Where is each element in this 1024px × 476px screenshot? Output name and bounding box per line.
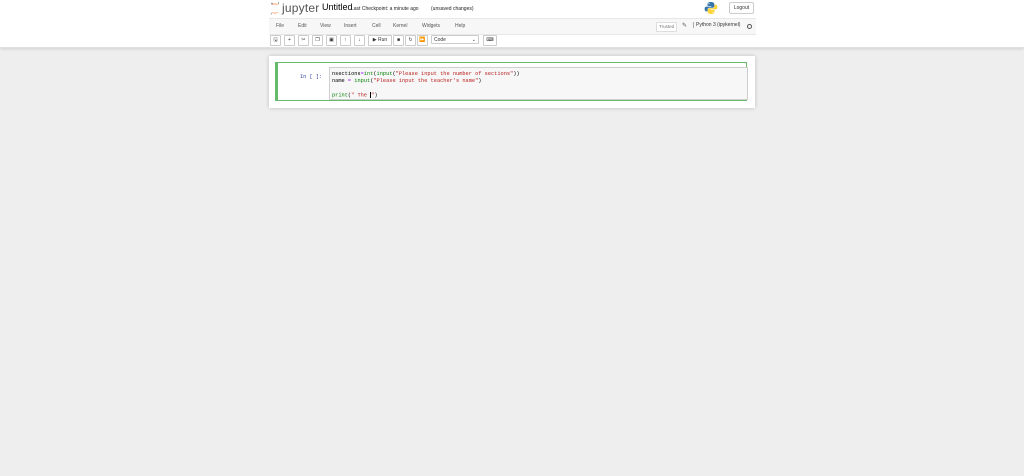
command-palette-button[interactable]: ⌨ bbox=[483, 35, 497, 46]
move-up-button[interactable]: ↑ bbox=[340, 35, 351, 46]
code-token: input bbox=[354, 78, 371, 84]
code-token: "Please input the teacher's name" bbox=[373, 78, 479, 84]
code-line: print(" The ") bbox=[332, 92, 378, 98]
header-container: jupyter Untitled Last Checkpoint: a minu… bbox=[269, 0, 756, 47]
restart-button[interactable]: ↻ bbox=[405, 35, 416, 46]
code-token: name bbox=[332, 78, 348, 84]
code-token: int bbox=[363, 71, 374, 77]
menu-cell[interactable]: Cell bbox=[372, 23, 381, 29]
move-down-button[interactable]: ↓ bbox=[354, 35, 365, 46]
code-token: ) bbox=[478, 78, 482, 84]
restart-icon: ↻ bbox=[408, 37, 413, 43]
code-token: " The bbox=[351, 92, 371, 99]
paste-button[interactable]: ▣ bbox=[326, 35, 337, 46]
menubar: File Edit View Insert Cell Kernel Widget… bbox=[269, 18, 756, 35]
restart-run-all-button[interactable]: ⏩ bbox=[417, 35, 428, 46]
logout-button[interactable]: Logout bbox=[729, 2, 754, 14]
keyboard-icon: ⌨ bbox=[486, 37, 494, 43]
menu-edit[interactable]: Edit bbox=[298, 23, 307, 29]
chevron-down-icon: ⌄ bbox=[471, 37, 476, 43]
run-label: Run bbox=[378, 37, 388, 43]
menu-insert[interactable]: Insert bbox=[344, 23, 357, 29]
code-editor[interactable]: nsections=int(input("Please input the nu… bbox=[329, 67, 748, 100]
cell-type-select[interactable]: Code ⌄ bbox=[431, 35, 479, 44]
input-prompt: In [ ]: bbox=[300, 74, 323, 80]
jupyter-logo-icon bbox=[270, 1, 280, 14]
arrow-up-icon: ↑ bbox=[344, 37, 347, 43]
play-icon: ▶ bbox=[372, 37, 377, 43]
menu-view[interactable]: View bbox=[320, 23, 331, 29]
code-cell[interactable]: In [ ]: nsections=int(input("Please inpu… bbox=[275, 62, 748, 101]
arrow-down-icon: ↓ bbox=[358, 37, 361, 43]
checkpoint-status: Last Checkpoint: a minute ago bbox=[351, 6, 419, 12]
notebook-header: jupyter Untitled Last Checkpoint: a minu… bbox=[0, 0, 1024, 48]
kernel-name[interactable]: Python 3 (ipykernel) bbox=[693, 22, 740, 28]
code-token: nsections bbox=[332, 71, 361, 77]
cell-type-value: Code bbox=[434, 37, 446, 43]
cut-button[interactable]: ✂ bbox=[298, 35, 309, 46]
save-icon: 🖫 bbox=[273, 37, 278, 43]
python-logo-icon bbox=[704, 2, 718, 14]
fast-forward-icon: ⏩ bbox=[419, 37, 426, 43]
kernel-status-icon bbox=[747, 24, 752, 29]
stop-icon: ■ bbox=[396, 37, 401, 43]
menu-file[interactable]: File bbox=[276, 23, 284, 29]
code-line: nsections=int(input("Please input the nu… bbox=[332, 71, 520, 77]
code-line: name = input("Please input the teacher's… bbox=[332, 78, 481, 84]
menu-kernel[interactable]: Kernel bbox=[393, 23, 407, 29]
save-button[interactable]: 🖫 bbox=[270, 35, 281, 46]
notebook-container: In [ ]: nsections=int(input("Please inpu… bbox=[269, 56, 755, 108]
code-token: "Please input the number of sections" bbox=[395, 71, 514, 77]
jupyter-logo[interactable]: jupyter bbox=[270, 1, 319, 15]
menu-help[interactable]: Help bbox=[455, 23, 465, 29]
insert-cell-button[interactable]: + bbox=[284, 35, 295, 46]
trusted-indicator[interactable]: Trusted bbox=[656, 22, 678, 32]
copy-button[interactable]: ❐ bbox=[312, 35, 323, 46]
interrupt-button[interactable]: ■ bbox=[393, 35, 404, 46]
code-token: print bbox=[332, 92, 348, 99]
code-token: input bbox=[376, 71, 393, 77]
jupyter-logo-text: jupyter bbox=[282, 1, 320, 15]
cut-icon: ✂ bbox=[301, 37, 306, 43]
paste-icon: ▣ bbox=[329, 37, 334, 43]
plus-icon: + bbox=[288, 37, 291, 43]
code-token: ) bbox=[374, 92, 378, 99]
run-button[interactable]: ▶ Run bbox=[368, 35, 392, 46]
edit-mode-pencil-icon: ✎ bbox=[682, 23, 688, 29]
autosave-status: (unsaved changes) bbox=[431, 6, 474, 12]
code-token: )) bbox=[513, 71, 520, 77]
notebook-name[interactable]: Untitled bbox=[322, 2, 353, 12]
copy-icon: ❐ bbox=[315, 37, 320, 43]
menu-widgets[interactable]: Widgets bbox=[422, 23, 440, 29]
